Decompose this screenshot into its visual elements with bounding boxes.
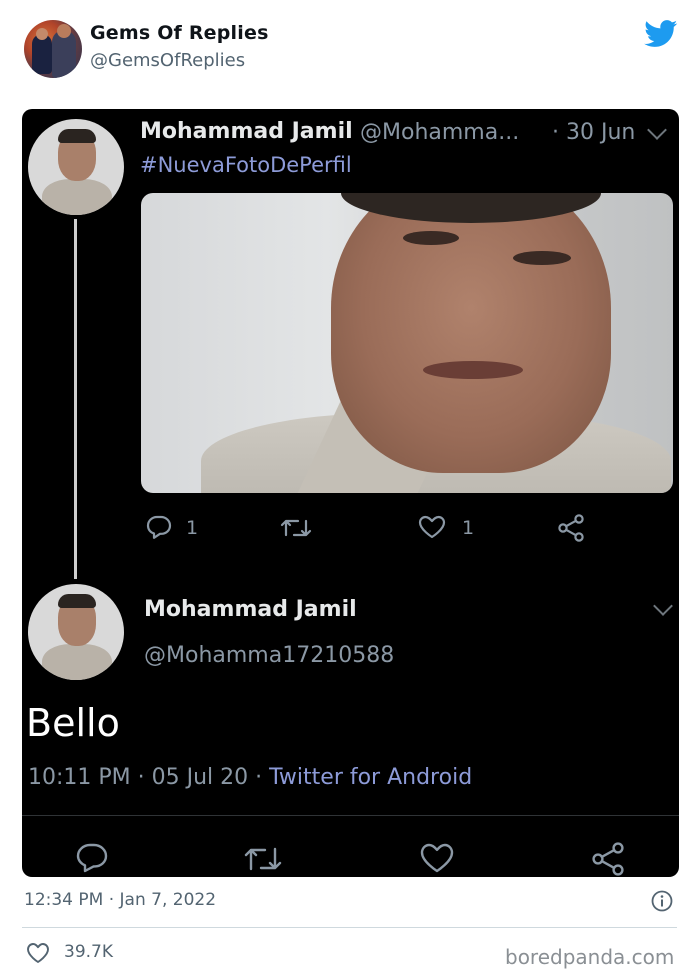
tweet2-author-handle: @Mohamma17210588 xyxy=(144,643,395,668)
retweet-icon xyxy=(280,519,312,537)
photo-mouth xyxy=(423,361,523,379)
twitter-bird-icon[interactable] xyxy=(644,20,678,48)
embed-timestamp[interactable]: 12:34 PM · Jan 7, 2022 xyxy=(24,890,216,910)
tweet1-reply-count: 1 xyxy=(186,517,199,539)
avatar-hair xyxy=(58,129,96,143)
tweet2-meta: 10:11 PM · 05 Jul 20 · Twitter for Andro… xyxy=(28,765,472,790)
divider xyxy=(22,815,679,816)
avatar-shirt xyxy=(42,644,112,680)
like-icon xyxy=(418,515,446,539)
embed-account-handle[interactable]: @GemsOfReplies xyxy=(90,50,245,71)
share-icon xyxy=(592,842,624,876)
avatar xyxy=(28,119,124,215)
photo-face xyxy=(331,193,611,473)
avatar-hair xyxy=(58,594,96,608)
tweet1-date: · 30 Jun xyxy=(552,120,636,145)
info-icon[interactable] xyxy=(651,890,673,912)
tweet2-source: Twitter for Android xyxy=(269,765,473,790)
tweet1-author-handle: @Mohamma... xyxy=(360,120,520,145)
reply-icon xyxy=(146,515,172,539)
tweet2-time: 10:11 PM · 05 Jul 20 · xyxy=(28,765,270,790)
divider xyxy=(22,927,677,928)
tweet-screenshot: Mohammad Jamil @Mohamma... · 30 Jun #Nue… xyxy=(22,109,679,877)
avatar-shirt xyxy=(42,179,112,215)
embed-avatar[interactable] xyxy=(24,20,82,78)
embed-like-count[interactable]: 39.7K xyxy=(64,942,113,962)
photo-eye xyxy=(403,231,459,245)
avatar-figure xyxy=(32,34,52,74)
embed-account-name[interactable]: Gems Of Replies xyxy=(90,22,269,44)
watermark: boredpanda.com xyxy=(505,945,675,969)
avatar-head xyxy=(36,28,48,40)
tweet1-like-count: 1 xyxy=(462,517,475,539)
chevron-down-icon xyxy=(653,596,673,616)
chevron-down-icon xyxy=(647,120,667,140)
reply-icon xyxy=(76,843,108,873)
retweet-icon xyxy=(244,847,282,871)
avatar-head xyxy=(57,24,71,38)
photo-eye xyxy=(513,251,571,265)
thread-line xyxy=(74,219,77,579)
tweet1-photo xyxy=(141,193,673,493)
tweet2-author-name: Mohammad Jamil xyxy=(144,597,357,622)
avatar xyxy=(28,584,124,680)
tweet1-author-name: Mohammad Jamil xyxy=(140,119,353,144)
heart-icon[interactable] xyxy=(26,942,50,964)
share-icon xyxy=(558,514,584,542)
tweet2-text: Bello xyxy=(26,701,120,745)
tweet1-hashtag: #NuevaFotoDePerfil xyxy=(140,153,352,177)
like-icon xyxy=(420,843,454,873)
